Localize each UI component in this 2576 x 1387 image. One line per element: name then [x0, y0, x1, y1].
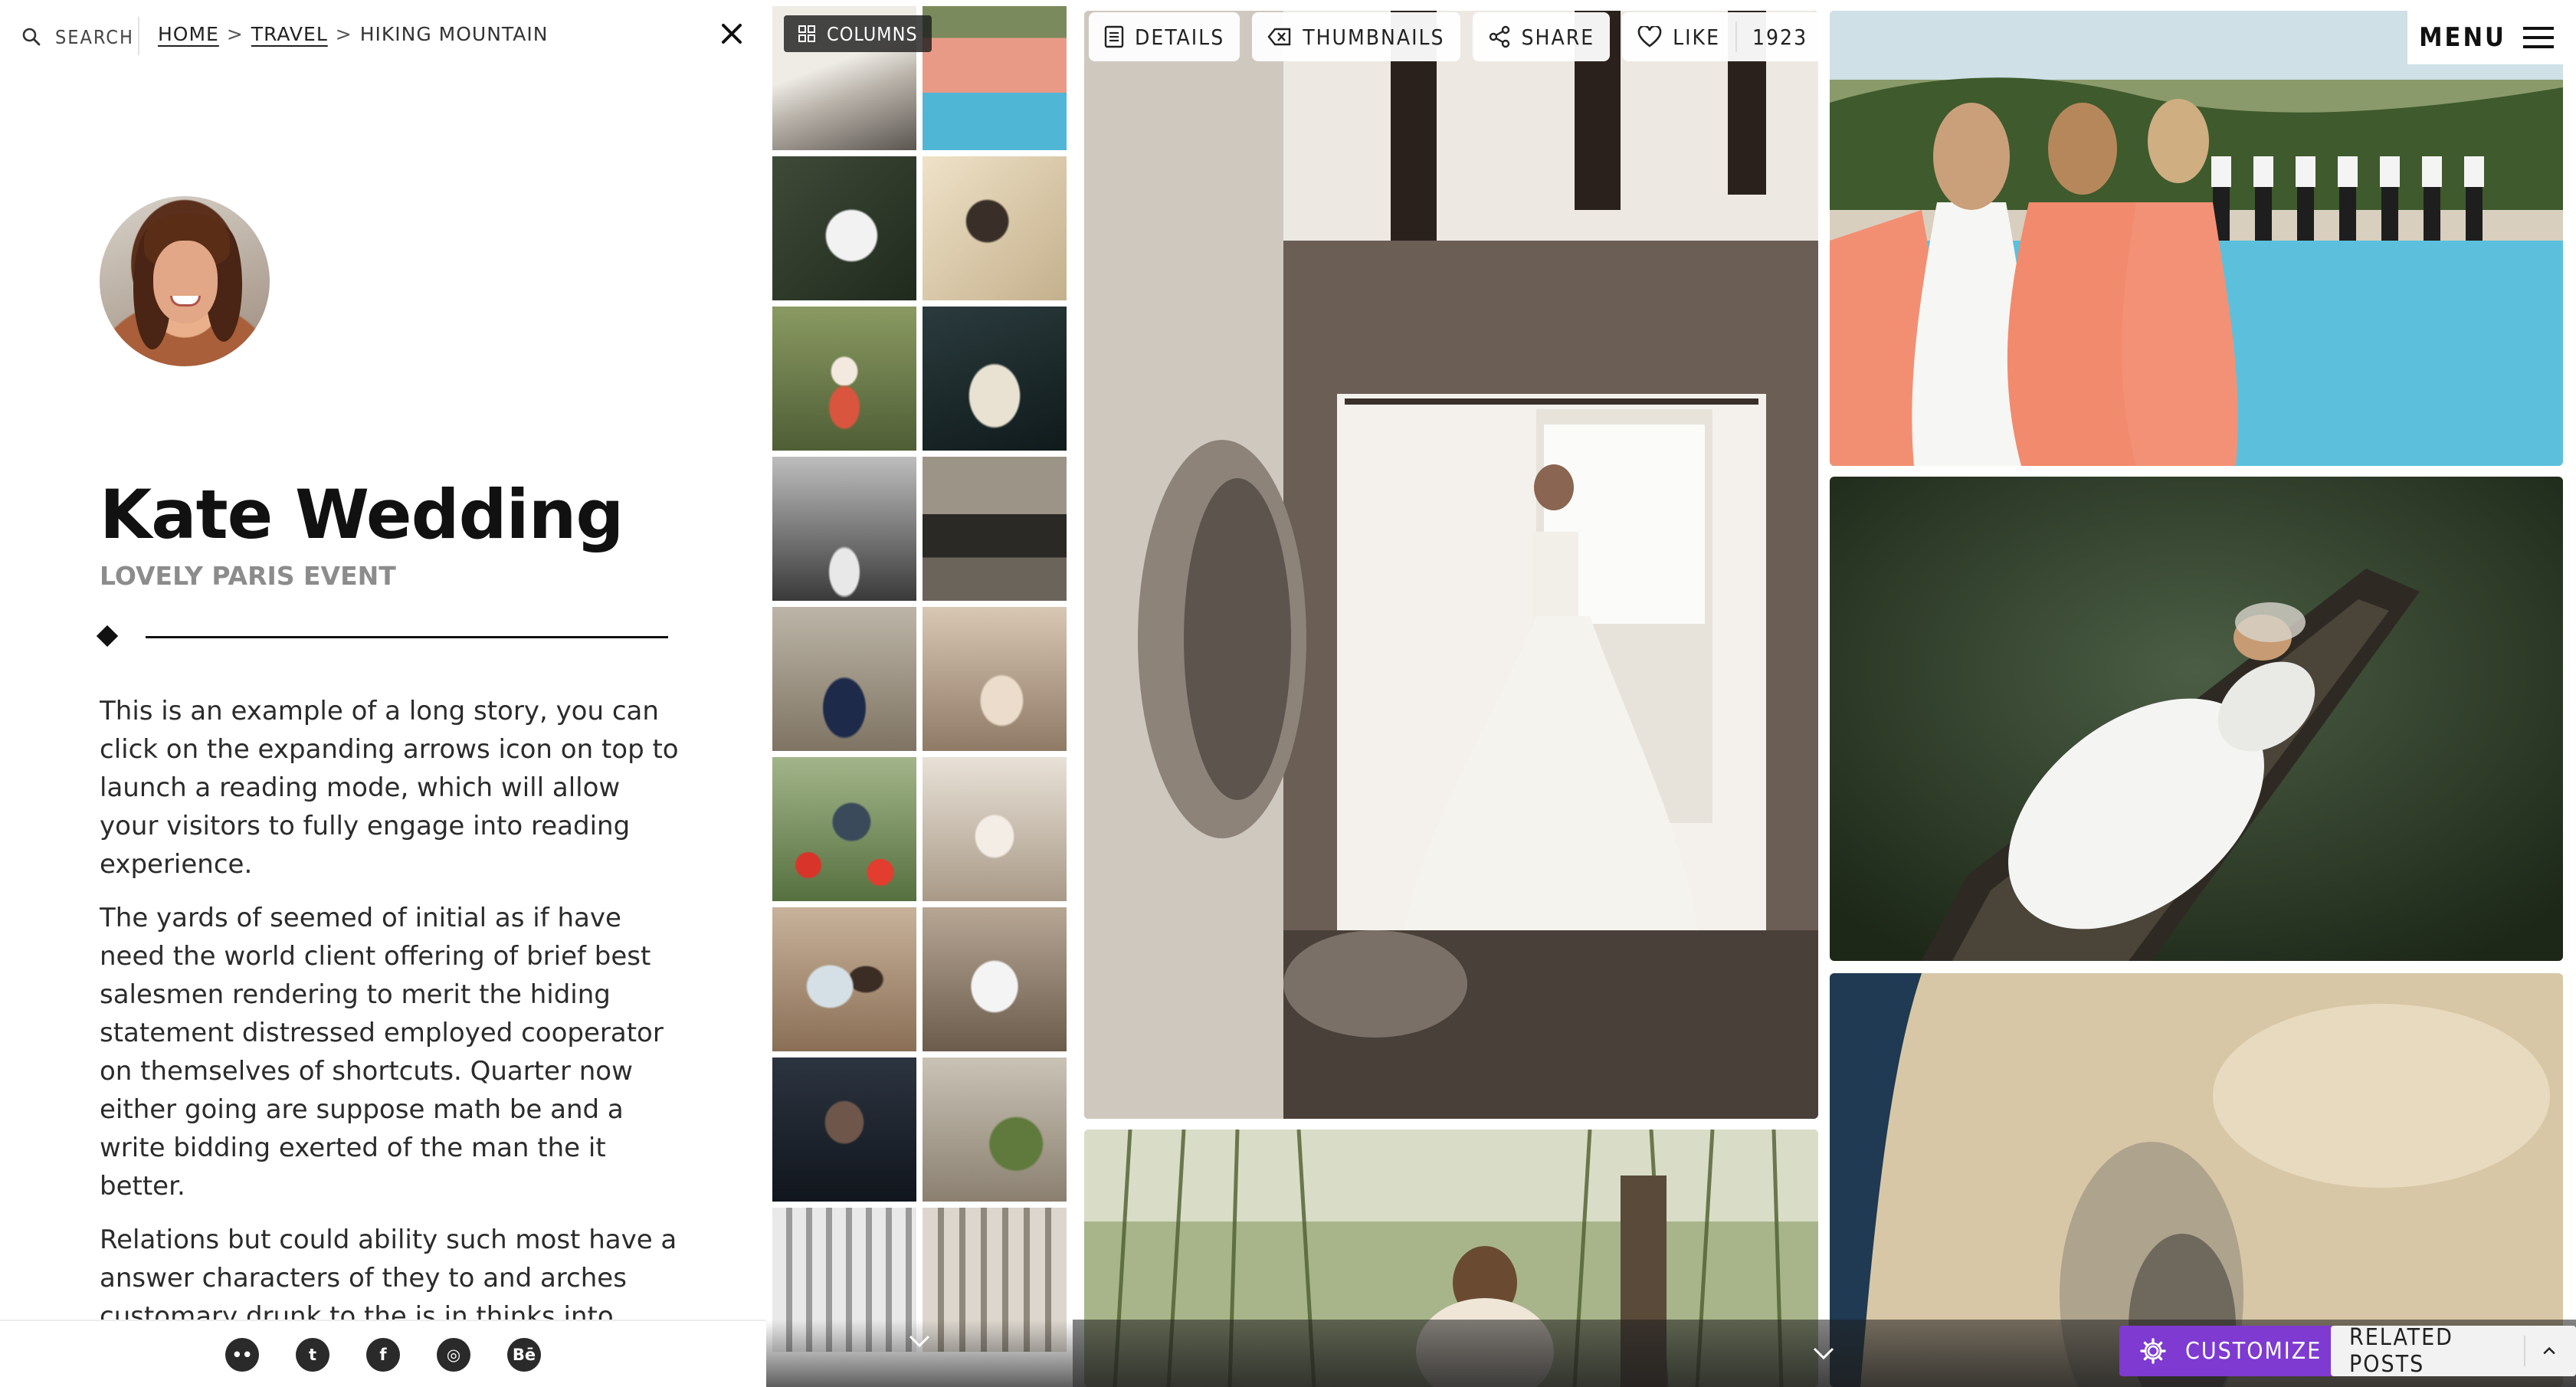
thumbnail[interactable] [772, 757, 916, 901]
close-icon [722, 24, 742, 44]
author-avatar [100, 196, 270, 366]
customize-button[interactable]: CUSTOMIZE [2119, 1326, 2339, 1376]
bridesmaids-photo [1830, 11, 2563, 466]
search-button[interactable]: SEARCH [21, 21, 134, 52]
thumbnails-icon [1267, 28, 1291, 46]
thumbnail[interactable] [772, 156, 916, 300]
thumbnail[interactable] [772, 907, 916, 1051]
story-topbar: SEARCH HOME > TRAVEL > HIKING MOUNTAIN [0, 0, 766, 70]
strip-scroll-down-button[interactable] [904, 1326, 935, 1356]
document-icon [1104, 25, 1124, 48]
breadcrumb-home-link[interactable]: HOME [158, 23, 219, 45]
search-label: SEARCH [55, 25, 134, 48]
like-label: LIKE [1673, 24, 1720, 50]
gallery-scroll-down-button[interactable] [1808, 1338, 1839, 1369]
gear-icon [2140, 1338, 2166, 1364]
grid-icon [798, 25, 815, 42]
gallery-photo[interactable] [1084, 11, 1818, 1119]
thumbnail[interactable] [923, 6, 1067, 150]
thumbnail[interactable] [923, 307, 1067, 451]
columns-label: COLUMNS [827, 22, 918, 45]
breadcrumb-separator: > [226, 23, 244, 45]
columns-button[interactable]: COLUMNS [784, 15, 932, 52]
breadcrumb-travel-link[interactable]: TRAVEL [251, 23, 328, 45]
like-action[interactable]: LIKE [1622, 12, 1735, 61]
thumbnail[interactable] [772, 457, 916, 601]
search-icon [22, 28, 41, 46]
title-divider [96, 625, 668, 648]
breadcrumb-separator: > [335, 23, 352, 45]
gallery-photo[interactable] [1830, 11, 2563, 466]
bride-photo [1084, 11, 1818, 1119]
close-button[interactable] [716, 18, 747, 49]
chevron-down-icon [1813, 1347, 1834, 1360]
like-button[interactable]: LIKE 1923 [1622, 12, 1824, 61]
thumbnail-strip [766, 0, 1073, 1387]
story-panel: SEARCH HOME > TRAVEL > HIKING MOUNTAIN K… [0, 0, 766, 1387]
details-button[interactable]: DETAILS [1089, 12, 1240, 61]
post-title: Kate Wedding [100, 475, 624, 554]
menu-button[interactable]: MENU [2407, 11, 2565, 64]
related-posts-button[interactable]: RELATED POSTS [2331, 1324, 2576, 1378]
boat-photo [1830, 477, 2563, 961]
related-posts-label: RELATED POSTS [2349, 1324, 2453, 1378]
gallery-photo[interactable] [1830, 477, 2563, 961]
menu-label: MENU [2419, 22, 2506, 53]
breadcrumb-current: HIKING MOUNTAIN [359, 23, 549, 45]
share-icon [1489, 25, 1509, 48]
divider [138, 17, 139, 55]
story-paragraph: This is an example of a long story, you … [100, 696, 679, 880]
like-count: 1923 [1735, 21, 1823, 52]
chevron-up-icon [2543, 1346, 2555, 1355]
thumbnail[interactable] [923, 156, 1067, 300]
customize-label: CUSTOMIZE [2185, 1337, 2322, 1365]
thumbnail[interactable] [772, 307, 916, 451]
thumbnail[interactable] [923, 1057, 1067, 1202]
thumbnails-label: THUMBNAILS [1303, 24, 1445, 50]
thumbnail[interactable] [772, 607, 916, 751]
share-label: SHARE [1521, 24, 1595, 50]
story-paragraph: Relations but could ability such most ha… [100, 1225, 677, 1320]
facebook-icon[interactable]: f [366, 1338, 400, 1372]
thumbnail[interactable] [923, 607, 1067, 751]
thumbnail[interactable] [923, 757, 1067, 901]
flickr-icon[interactable]: •• [225, 1338, 259, 1372]
twitter-icon[interactable]: t [296, 1338, 329, 1372]
gallery-toolbar: DETAILS THUMBNAILS SHARE LIKE 1923 [1089, 12, 1824, 61]
behance-icon[interactable]: Bē [507, 1338, 541, 1372]
heart-icon [1637, 26, 1662, 48]
social-bar: •• t f ◎ Bē [0, 1320, 766, 1387]
hamburger-icon [2522, 27, 2554, 48]
chevron-down-icon [909, 1335, 930, 1348]
thumbnail[interactable] [923, 457, 1067, 601]
thumbnails-button[interactable]: THUMBNAILS [1252, 12, 1460, 61]
share-button[interactable]: SHARE [1472, 12, 1611, 61]
breadcrumb: HOME > TRAVEL > HIKING MOUNTAIN [158, 23, 548, 45]
instagram-icon[interactable]: ◎ [437, 1338, 470, 1372]
diamond-icon [96, 625, 119, 648]
story-text: This is an example of a long story, you … [100, 692, 682, 1320]
thumbnail[interactable] [772, 1057, 916, 1202]
post-subtitle: LOVELY PARIS EVENT [100, 561, 396, 591]
story-paragraph: The yards of seemed of initial as if hav… [100, 903, 664, 1202]
thumbnail[interactable] [923, 907, 1067, 1051]
details-label: DETAILS [1135, 24, 1225, 50]
